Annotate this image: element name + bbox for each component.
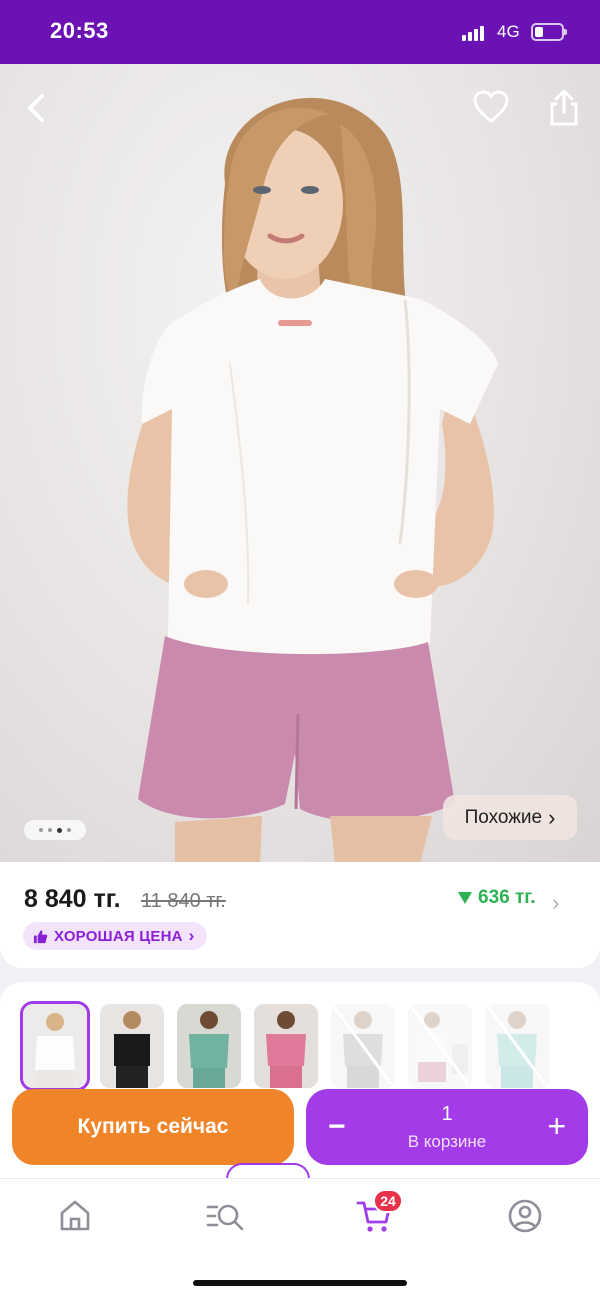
increase-quantity-button[interactable]: + <box>547 1108 566 1145</box>
scroll-peek <box>226 1163 310 1179</box>
similar-button[interactable]: Похожие › <box>443 795 577 840</box>
thumbs-up-icon <box>33 929 48 943</box>
cart-stepper: − 1 В корзине + <box>306 1089 588 1165</box>
share-icon[interactable] <box>544 88 584 128</box>
price-card <box>0 862 600 968</box>
variant-thumb-gray-unavailable[interactable] <box>331 1004 395 1088</box>
chevron-right-icon: › <box>548 804 556 830</box>
battery-icon <box>531 23 567 41</box>
chevron-right-icon: › <box>188 926 195 945</box>
heart-icon[interactable] <box>471 88 511 128</box>
catalog-search-icon[interactable] <box>205 1196 245 1236</box>
back-icon[interactable] <box>16 88 56 128</box>
home-indicator <box>193 1280 407 1286</box>
variant-thumb-mint[interactable] <box>177 1004 241 1088</box>
home-icon[interactable] <box>55 1196 95 1236</box>
in-cart-label: В корзине <box>407 1132 487 1151</box>
similar-label: Похожие <box>464 806 543 828</box>
current-price: 8 840 тг. <box>24 885 121 913</box>
cart-quantity: 1 <box>441 1103 453 1125</box>
status-time: 20:53 <box>50 18 109 43</box>
buy-now-button[interactable]: Купить сейчас <box>12 1089 294 1165</box>
variant-thumb-white-pink-unavailable[interactable] <box>408 1004 472 1088</box>
down-arrow-icon <box>458 892 472 904</box>
price-drop[interactable]: 636 тг. <box>458 887 536 909</box>
variant-thumb-black[interactable] <box>100 1004 164 1088</box>
variant-thumb-light-blue-unavailable[interactable] <box>485 1004 549 1088</box>
signal-icon <box>462 25 490 41</box>
product-photo[interactable] <box>0 64 600 864</box>
variant-thumb-white[interactable] <box>20 1001 90 1091</box>
variant-thumb-pink[interactable] <box>254 1004 318 1088</box>
cart-count-badge: 24 <box>373 1189 403 1213</box>
badge-label: ХОРОШАЯ ЦЕНА <box>54 927 183 945</box>
chevron-right-icon[interactable]: › <box>552 890 559 916</box>
network-type: 4G <box>497 22 520 41</box>
old-price: 11 840 тг. <box>141 890 226 912</box>
model-illustration <box>127 97 498 864</box>
status-bar: 20:53 4G <box>0 0 600 64</box>
good-price-badge[interactable]: ХОРОШАЯ ЦЕНА › <box>23 922 207 950</box>
gallery-pagination <box>24 820 86 840</box>
price-drop-value: 636 тг. <box>478 887 536 908</box>
profile-icon[interactable] <box>505 1196 545 1236</box>
